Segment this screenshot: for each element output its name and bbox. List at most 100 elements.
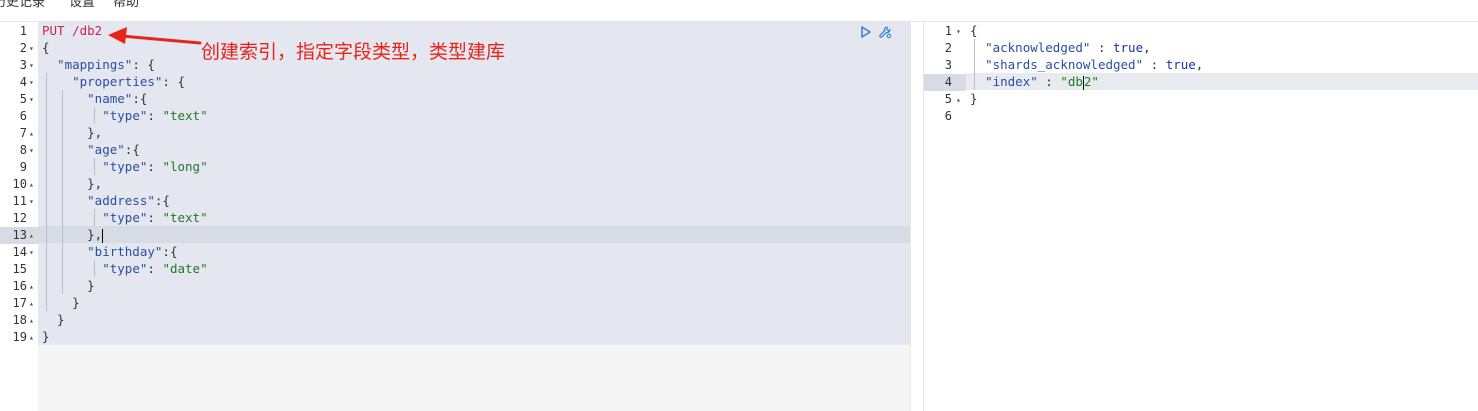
response-line: "index" : "db2" bbox=[985, 74, 1099, 90]
gutter-line: 3 bbox=[924, 57, 966, 74]
response-gutter: 1 ▾ 2 3 4 5 ▴ 6 bbox=[924, 22, 966, 411]
code-line: }, bbox=[42, 227, 104, 243]
request-path: /db2 bbox=[72, 23, 103, 38]
gutter-line: 14 ▾ bbox=[0, 244, 38, 261]
response-line: { bbox=[970, 23, 978, 38]
gutter-line: 7 ▴ bbox=[0, 125, 38, 142]
request-editor[interactable]: 1 2 ▾ 3 ▾ 4 ▾ 5 ▾ 6 7 ▴ 8 ▾ 9 10 ▴ 11 ▾ 12 13 ▴ 14 ▾ 15 16 ▴ 17 ▴ 18 ▴… bbox=[0, 22, 910, 411]
code-line: }, bbox=[42, 125, 103, 140]
gutter-line: 5 ▴ bbox=[924, 91, 966, 108]
request-code-area[interactable]: PUT /db2 { "mappings": { "properties": {… bbox=[38, 22, 910, 411]
fold-close-icon[interactable]: ▴ bbox=[29, 176, 34, 193]
line-number: 15 bbox=[12, 262, 27, 276]
gutter-line: 1 bbox=[0, 23, 38, 40]
code-line: } bbox=[42, 278, 95, 293]
response-viewer[interactable]: 1 ▾ 2 3 4 5 ▴ 6 { "acknowledged" : true, "shard… bbox=[924, 22, 1478, 411]
gutter-line: 6 bbox=[924, 108, 966, 125]
line-number: 10 bbox=[12, 177, 27, 191]
code-line: "properties": { bbox=[72, 74, 185, 89]
line-number: 13 bbox=[12, 228, 27, 242]
fold-close-icon[interactable]: ▴ bbox=[29, 278, 34, 295]
request-gutter: 1 2 ▾ 3 ▾ 4 ▾ 5 ▾ 6 7 ▴ 8 ▾ 9 10 ▴ 11 ▾ 12 13 ▴ 14 ▾ 15 16 ▴ 17 ▴ 18 ▴… bbox=[0, 22, 38, 411]
line-number: 19 bbox=[12, 330, 27, 344]
gutter-line: 8 ▾ bbox=[0, 142, 38, 159]
code-line: "address":{ bbox=[87, 193, 170, 208]
gutter-line: 5 ▾ bbox=[0, 91, 38, 108]
code-line: "type": "date" bbox=[102, 261, 208, 276]
code-line: "age":{ bbox=[87, 142, 140, 157]
code-line: "type": "long" bbox=[102, 159, 208, 174]
line-number: 4 bbox=[944, 75, 952, 89]
line-number: 2 bbox=[944, 41, 952, 55]
menu-settings[interactable]: 设置 bbox=[69, 0, 95, 11]
text-cursor bbox=[1082, 75, 1084, 90]
fold-open-icon[interactable]: ▾ bbox=[956, 23, 961, 40]
fold-open-icon[interactable]: ▾ bbox=[29, 57, 34, 74]
response-line: } bbox=[970, 91, 978, 106]
line-number: 7 bbox=[19, 126, 27, 140]
line-number: 6 bbox=[944, 109, 952, 123]
line-number: 1 bbox=[944, 24, 952, 38]
response-code-area[interactable]: { "acknowledged" : true, "shards_acknowl… bbox=[966, 22, 1478, 411]
menu-help[interactable]: 帮助 bbox=[113, 0, 139, 11]
gutter-line: 4 bbox=[924, 74, 966, 91]
line-number: 5 bbox=[19, 92, 27, 106]
code-line: "type": "text" bbox=[102, 108, 208, 123]
line-number: 4 bbox=[19, 75, 27, 89]
line-number: 11 bbox=[12, 194, 27, 208]
annotation-text: 创建索引，指定字段类型，类型建库 bbox=[201, 41, 506, 63]
response-line: "shards_acknowledged" : true, bbox=[985, 57, 1204, 72]
fold-close-icon[interactable]: ▴ bbox=[29, 125, 34, 142]
gutter-line: 2 bbox=[924, 40, 966, 57]
fold-close-icon[interactable]: ▴ bbox=[29, 312, 34, 329]
line-number: 5 bbox=[944, 92, 952, 106]
code-line: "name":{ bbox=[87, 91, 148, 106]
text-cursor bbox=[102, 228, 104, 243]
gutter-line: 3 ▾ bbox=[0, 57, 38, 74]
pane-resize-handle[interactable] bbox=[910, 22, 924, 411]
gutter-line: 9 bbox=[0, 159, 38, 176]
gutter-line: 6 bbox=[0, 108, 38, 125]
fold-close-icon[interactable]: ▴ bbox=[29, 227, 34, 244]
line-number: 6 bbox=[19, 109, 27, 123]
gutter-line: 11 ▾ bbox=[0, 193, 38, 210]
line-number: 18 bbox=[12, 313, 27, 327]
gutter-line: 17 ▴ bbox=[0, 295, 38, 312]
line-number: 12 bbox=[12, 211, 27, 225]
line-number: 1 bbox=[19, 24, 27, 38]
code-line: } bbox=[42, 329, 50, 344]
fold-open-icon[interactable]: ▾ bbox=[29, 244, 34, 261]
gutter-line: 18 ▴ bbox=[0, 312, 38, 329]
fold-open-icon[interactable]: ▾ bbox=[29, 193, 34, 210]
wrench-icon[interactable] bbox=[878, 25, 892, 39]
line-number: 2 bbox=[19, 41, 27, 55]
gutter-line: 2 ▾ bbox=[0, 40, 38, 57]
line-number: 3 bbox=[944, 58, 952, 72]
play-icon[interactable] bbox=[859, 25, 873, 39]
fold-close-icon[interactable]: ▴ bbox=[29, 329, 34, 346]
line-number: 8 bbox=[19, 143, 27, 157]
line-number: 14 bbox=[12, 245, 27, 259]
gutter-line: 12 bbox=[0, 210, 38, 227]
line-number: 17 bbox=[12, 296, 27, 310]
fold-close-icon[interactable]: ▴ bbox=[29, 295, 34, 312]
fold-open-icon[interactable]: ▾ bbox=[29, 74, 34, 91]
line-number: 16 bbox=[12, 279, 27, 293]
code-line: "birthday":{ bbox=[87, 244, 178, 259]
fold-open-icon[interactable]: ▾ bbox=[29, 142, 34, 159]
gutter-line: 15 bbox=[0, 261, 38, 278]
fold-open-icon[interactable]: ▾ bbox=[29, 91, 34, 108]
fold-open-icon[interactable]: ▾ bbox=[29, 40, 34, 57]
gutter-line: 1 ▾ bbox=[924, 23, 966, 40]
line-number: 9 bbox=[19, 160, 27, 174]
gutter-line: 4 ▾ bbox=[0, 74, 38, 91]
gutter-line: 19 ▴ bbox=[0, 329, 38, 346]
gutter-line: 10 ▴ bbox=[0, 176, 38, 193]
code-line: } bbox=[42, 295, 80, 310]
request-method: PUT bbox=[42, 23, 65, 38]
gutter-line: 16 ▴ bbox=[0, 278, 38, 295]
menu-bar: 历史记录 设置 帮助 bbox=[0, 0, 1478, 22]
menu-history[interactable]: 历史记录 bbox=[0, 0, 45, 11]
response-line: "acknowledged" : true, bbox=[985, 40, 1151, 55]
fold-close-icon[interactable]: ▴ bbox=[956, 91, 961, 108]
